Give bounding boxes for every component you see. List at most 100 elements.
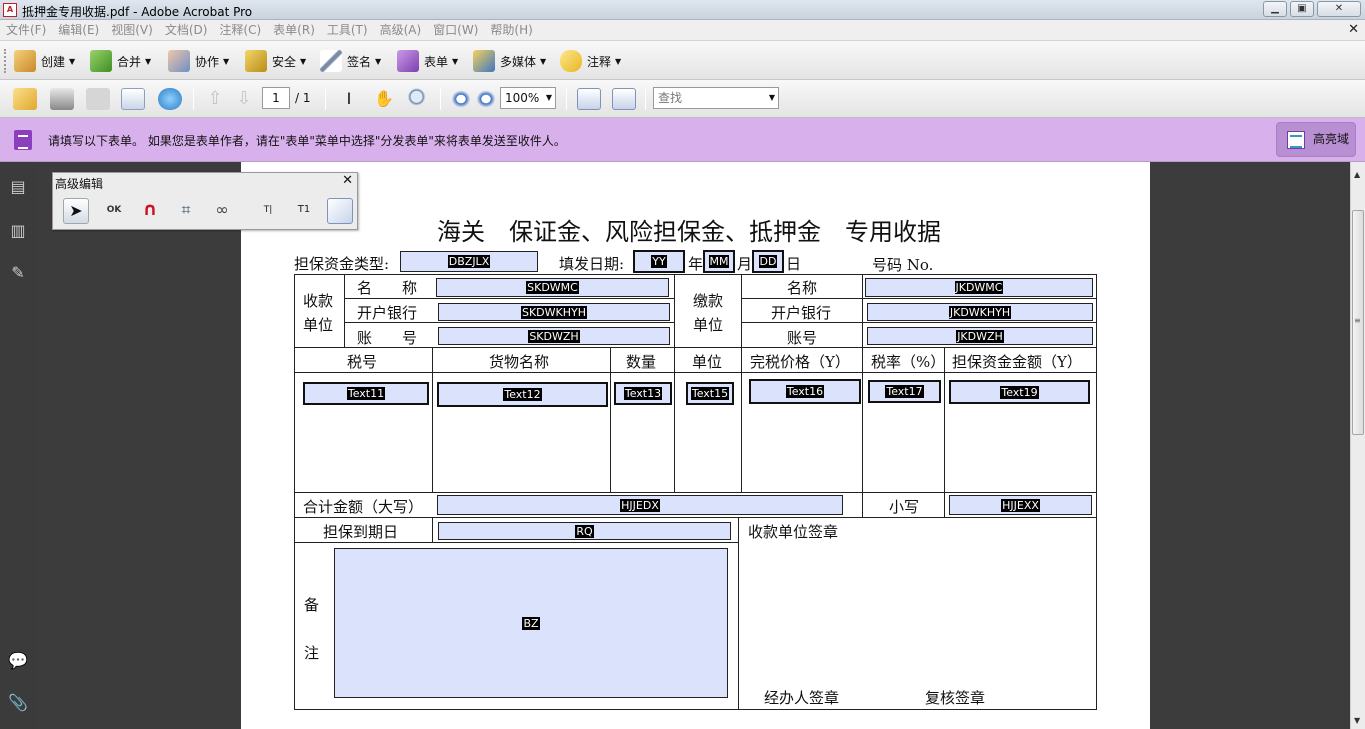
- total-amount-figures-field[interactable]: HJJEXX: [949, 495, 1092, 515]
- sign-button[interactable]: 签名 ▼: [320, 49, 381, 73]
- payee-name-field[interactable]: SKDWMC: [436, 278, 669, 297]
- total-amount-words-field[interactable]: HJJEDX: [437, 495, 843, 515]
- remark-label-1: 备: [304, 596, 320, 614]
- day-field[interactable]: DD: [752, 250, 784, 273]
- goods-name-field[interactable]: Text12: [437, 382, 608, 407]
- crop-tool-icon[interactable]: ⌗: [173, 198, 199, 224]
- lock-icon: [245, 50, 267, 72]
- vertical-scrollbar[interactable]: ▲ ≡ ▼: [1350, 162, 1365, 729]
- zoom-select[interactable]: 100% ▼: [500, 87, 556, 109]
- attach-tool-icon[interactable]: ∞: [209, 198, 235, 224]
- forms-button[interactable]: 表单 ▼: [397, 49, 458, 73]
- guarantee-type-field[interactable]: DBZJLX: [400, 251, 538, 272]
- chevron-down-icon: ▼: [545, 93, 552, 102]
- remark-label-2: 注: [304, 644, 320, 662]
- button-tool-icon[interactable]: OK: [101, 198, 127, 224]
- navigation-pane: ▤ ▥ ✎ 💬 📎: [0, 162, 37, 729]
- open-folder-icon[interactable]: [13, 88, 37, 110]
- payer-bank-field[interactable]: JKDWKHYH: [867, 303, 1093, 321]
- menu-window[interactable]: 窗口(W): [427, 20, 484, 41]
- secure-button[interactable]: 安全 ▼: [245, 49, 306, 73]
- expiry-date-field[interactable]: RQ: [438, 522, 731, 540]
- highlight-fields-icon: [1287, 131, 1305, 149]
- combine-button[interactable]: 合并 ▼: [90, 49, 151, 73]
- payer-name-field[interactable]: JKDWMC: [865, 278, 1093, 297]
- comments-icon[interactable]: 💬: [7, 650, 29, 672]
- payee-account-field[interactable]: SKDWZH: [438, 327, 670, 345]
- text-field-tool-icon[interactable]: T|: [255, 198, 281, 224]
- signatures-icon[interactable]: ✎: [7, 262, 29, 284]
- bookmarks-icon[interactable]: ▥: [7, 220, 29, 242]
- payee-unit-label-1: 收款: [303, 292, 334, 310]
- scroll-down-icon[interactable]: ▼: [1354, 716, 1360, 725]
- guarantee-amount-field[interactable]: Text19: [949, 380, 1090, 404]
- chevron-down-icon: ▼: [768, 93, 775, 102]
- multimedia-button[interactable]: 多媒体 ▼: [473, 49, 546, 73]
- menu-comments[interactable]: 注释(C): [213, 20, 267, 41]
- attachments-icon[interactable]: 📎: [7, 692, 29, 714]
- menu-document[interactable]: 文档(D): [159, 20, 214, 41]
- month-field[interactable]: MM: [703, 250, 735, 273]
- remarks-field[interactable]: BZ: [334, 548, 728, 698]
- minimize-button[interactable]: ▁: [1263, 1, 1287, 17]
- email-icon[interactable]: [121, 88, 145, 110]
- menu-edit[interactable]: 编辑(E): [52, 20, 105, 41]
- col-tax-rate: 税率（%）: [871, 353, 946, 371]
- payer-account-field[interactable]: JKDWZH: [867, 327, 1093, 345]
- touchup-text-icon[interactable]: T1: [291, 198, 317, 224]
- menu-help[interactable]: 帮助(H): [484, 20, 538, 41]
- next-page-icon[interactable]: ⇩: [232, 88, 256, 110]
- menu-forms[interactable]: 表单(R): [267, 20, 321, 41]
- link-tool-icon[interactable]: ∩: [137, 198, 163, 224]
- prev-page-icon[interactable]: ⇧: [203, 88, 227, 110]
- select-object-icon[interactable]: ➤: [63, 198, 89, 224]
- total-amount-label: 合计金额（大写）: [303, 498, 424, 516]
- year-field[interactable]: YY: [633, 250, 685, 273]
- close-window-button[interactable]: ✕: [1317, 1, 1361, 17]
- close-icon[interactable]: ✕: [342, 173, 353, 188]
- find-input[interactable]: 查找 ▼: [653, 87, 779, 109]
- tax-number-field[interactable]: Text11: [303, 382, 429, 405]
- menu-file[interactable]: 文件(F): [0, 20, 52, 41]
- create-button[interactable]: 创建 ▼: [14, 49, 75, 73]
- web-share-icon[interactable]: [158, 88, 182, 110]
- print-icon[interactable]: [50, 88, 74, 110]
- zoom-in-icon[interactable]: [474, 88, 498, 110]
- zoom-marquee-icon[interactable]: [407, 88, 431, 110]
- multimedia-icon: [473, 50, 495, 72]
- menu-bar: 文件(F) 编辑(E) 视图(V) 文档(D) 注释(C) 表单(R) 工具(T) 高级(A)…: [0, 20, 1365, 41]
- document-area: 海关 保证金、风险担保金、抵押金 专用收据 担保资金类型: DBZJLX 填发日…: [37, 162, 1350, 729]
- maximize-button[interactable]: ▣: [1290, 1, 1314, 17]
- payer-name-label: 名称: [787, 279, 818, 297]
- menu-view[interactable]: 视图(V): [105, 20, 159, 41]
- touchup-object-icon[interactable]: [327, 198, 353, 224]
- payer-bank-label: 开户银行: [771, 304, 832, 322]
- zoom-out-icon[interactable]: [449, 88, 473, 110]
- col-dutiable-price: 完税价格（Y）: [750, 353, 850, 371]
- menu-tools[interactable]: 工具(T): [321, 20, 374, 41]
- tax-rate-field[interactable]: Text17: [868, 380, 941, 403]
- combine-icon: [90, 50, 112, 72]
- unit-field[interactable]: Text15: [686, 382, 734, 405]
- page-number-input[interactable]: 1: [262, 87, 290, 109]
- window-title: 抵押金专用收据.pdf - Adobe Acrobat Pro: [22, 5, 253, 19]
- toolbar-grip[interactable]: [4, 49, 7, 73]
- fit-page-icon[interactable]: [612, 88, 636, 110]
- day-label: 日: [786, 255, 802, 273]
- hand-tool-icon[interactable]: ✋: [372, 88, 396, 110]
- payee-bank-field[interactable]: SKDWKHYH: [438, 303, 670, 321]
- comment-button[interactable]: 注释 ▼: [560, 49, 621, 73]
- handler-seal-label: 经办人签章: [764, 689, 840, 707]
- highlight-fields-button[interactable]: 高亮域: [1276, 122, 1356, 157]
- form-message-bar: 请填写以下表单。 如果您是表单作者，请在"表单"菜单中选择"分发表单"来将表单发…: [0, 118, 1365, 162]
- fit-width-icon[interactable]: [577, 88, 601, 110]
- pages-icon[interactable]: ▤: [7, 176, 29, 198]
- scroll-up-icon[interactable]: ▲: [1354, 170, 1360, 179]
- year-label: 年: [688, 255, 704, 273]
- collaborate-button[interactable]: 协作 ▼: [168, 49, 229, 73]
- menu-advanced[interactable]: 高级(A): [374, 20, 428, 41]
- close-document-icon[interactable]: ✕: [1348, 22, 1359, 37]
- select-text-icon[interactable]: I: [337, 88, 361, 110]
- dutiable-price-field[interactable]: Text16: [749, 379, 861, 404]
- quantity-field[interactable]: Text13: [614, 382, 672, 405]
